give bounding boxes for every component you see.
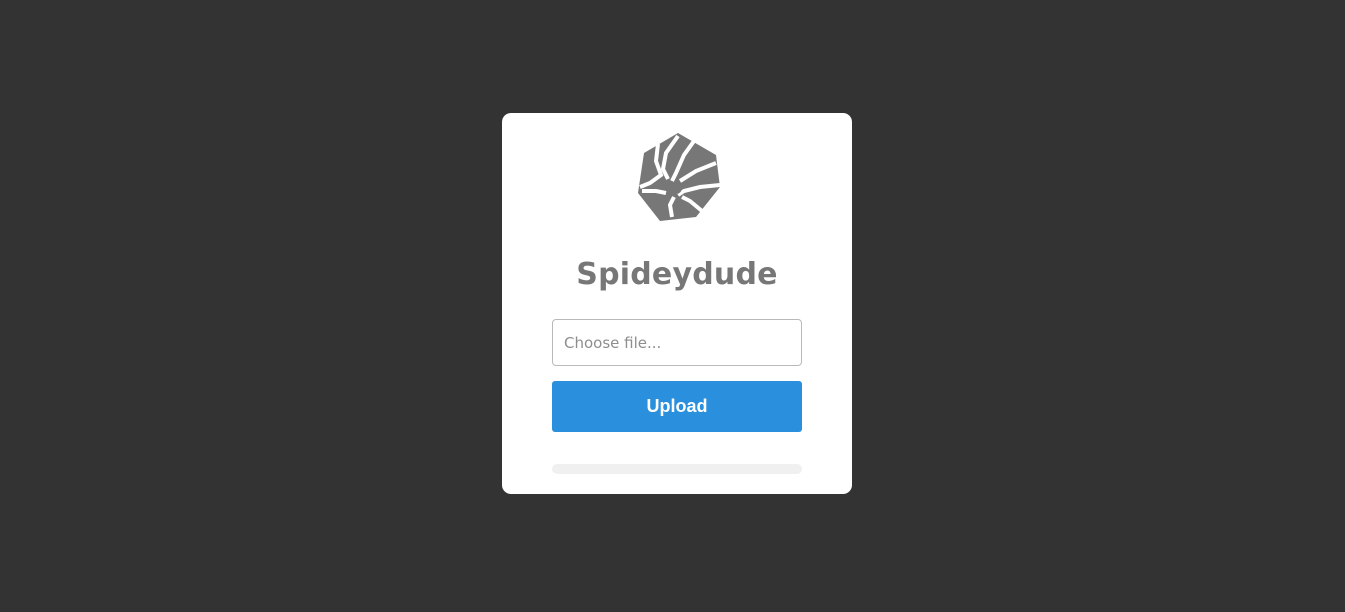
upload-progress-bar: [552, 464, 802, 474]
spider-hexagon-logo-icon: [636, 131, 724, 223]
app-title: Spideydude: [576, 257, 778, 292]
file-input-placeholder: Choose file...: [564, 333, 662, 352]
upload-button[interactable]: Upload: [552, 381, 802, 432]
page: Spideydude Choose file... Upload: [0, 0, 1345, 612]
upload-card: Spideydude Choose file... Upload: [502, 113, 852, 494]
file-input[interactable]: Choose file...: [552, 319, 802, 366]
